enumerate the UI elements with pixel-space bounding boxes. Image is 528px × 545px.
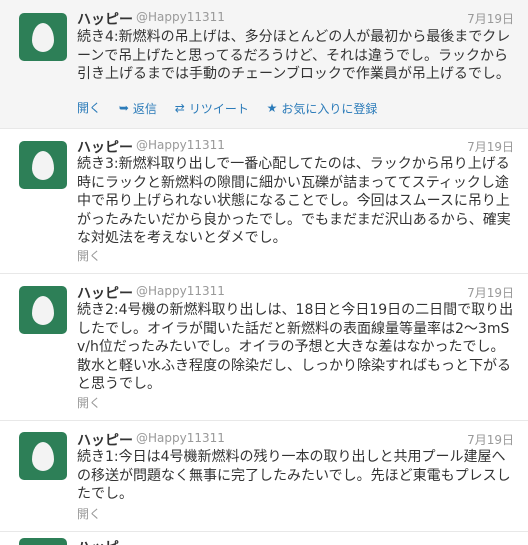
avatar[interactable] [19, 286, 67, 334]
user-name[interactable]: ハッピー [77, 9, 133, 29]
timestamp[interactable]: 7月19日 [467, 431, 514, 448]
timestamp[interactable]: 7月19日 [467, 138, 514, 155]
retweet-button[interactable]: ⇄ リツイート [175, 100, 249, 117]
egg-avatar-icon [32, 295, 54, 325]
tweet-text: 続き4:新燃料の吊上げは、多分ほとんどの人が最初から最後までクレーンで吊上げたと… [77, 29, 511, 82]
star-icon: ★ [266, 101, 278, 115]
tweet[interactable]: ハッピー @Happy11311 7月19日 続き3:新燃料取り出しで一番心配し… [0, 129, 528, 274]
user-handle[interactable]: @Happy11311 [136, 431, 225, 445]
tweet-text: 続き3:新燃料取り出しで一番心配してたのは、ラックから吊り上げる時にラックと新燃… [77, 156, 511, 246]
avatar[interactable] [19, 13, 67, 61]
reply-button[interactable]: ➥ 返信 [119, 100, 157, 117]
open-link[interactable]: 開く [77, 505, 101, 522]
avatar[interactable] [19, 141, 67, 189]
tweet-text: 続き2:4号機の新燃料取り出しは、18日と今日19日の二日間で取り出したでし。オ… [77, 302, 514, 392]
reply-label: 返信 [132, 101, 157, 116]
avatar[interactable] [19, 432, 67, 480]
retweet-label: リツイート [188, 101, 249, 116]
user-handle[interactable]: @Happy11311 [136, 284, 225, 298]
tweet[interactable]: ハッピー @Happy11311 7月19日 続き4:新燃料の吊上げは、多分ほと… [0, 0, 528, 129]
user-name[interactable]: ハッピー [77, 537, 133, 545]
tweet-actions: 開く ➥ 返信 ⇄ リツイート ★ お気に入りに登録 [77, 99, 391, 117]
user-name[interactable]: ハッピー [77, 430, 133, 450]
user-handle[interactable]: @Happy11311 [136, 10, 225, 24]
egg-avatar-icon [32, 150, 54, 180]
tweet-text: 続き1:今日は4号機新燃料の残り一本の取り出しと共用プール建屋への移送が問題なく… [77, 449, 511, 502]
open-link[interactable]: 開く [77, 394, 101, 411]
avatar[interactable] [19, 538, 67, 545]
favorite-button[interactable]: ★ お気に入りに登録 [267, 100, 378, 117]
reply-icon: ➥ [118, 101, 129, 115]
timestamp[interactable]: 7月19日 [467, 10, 514, 27]
open-link[interactable]: 開く [77, 247, 101, 264]
egg-avatar-icon [32, 441, 54, 471]
timeline: ハッピー @Happy11311 7月19日 続き4:新燃料の吊上げは、多分ほと… [0, 0, 528, 545]
tweet[interactable]: ハッピー @Happy11311 7月19日 続き2:4号機の新燃料取り出しは、… [0, 274, 528, 421]
user-name[interactable]: ハッピー [77, 137, 133, 157]
favorite-label: お気に入りに登録 [281, 101, 378, 116]
user-name[interactable]: ハッピー [77, 283, 133, 303]
tweet[interactable]: ハッピー @Happy11311 7月19日 続き1:今日は4号機新燃料の残り一… [0, 421, 528, 532]
retweet-icon: ⇄ [174, 101, 185, 115]
user-handle[interactable]: @Happy11311 [136, 138, 225, 152]
egg-avatar-icon [32, 22, 54, 52]
open-link[interactable]: 開く [77, 99, 101, 116]
timestamp[interactable]: 7月19日 [467, 284, 514, 301]
